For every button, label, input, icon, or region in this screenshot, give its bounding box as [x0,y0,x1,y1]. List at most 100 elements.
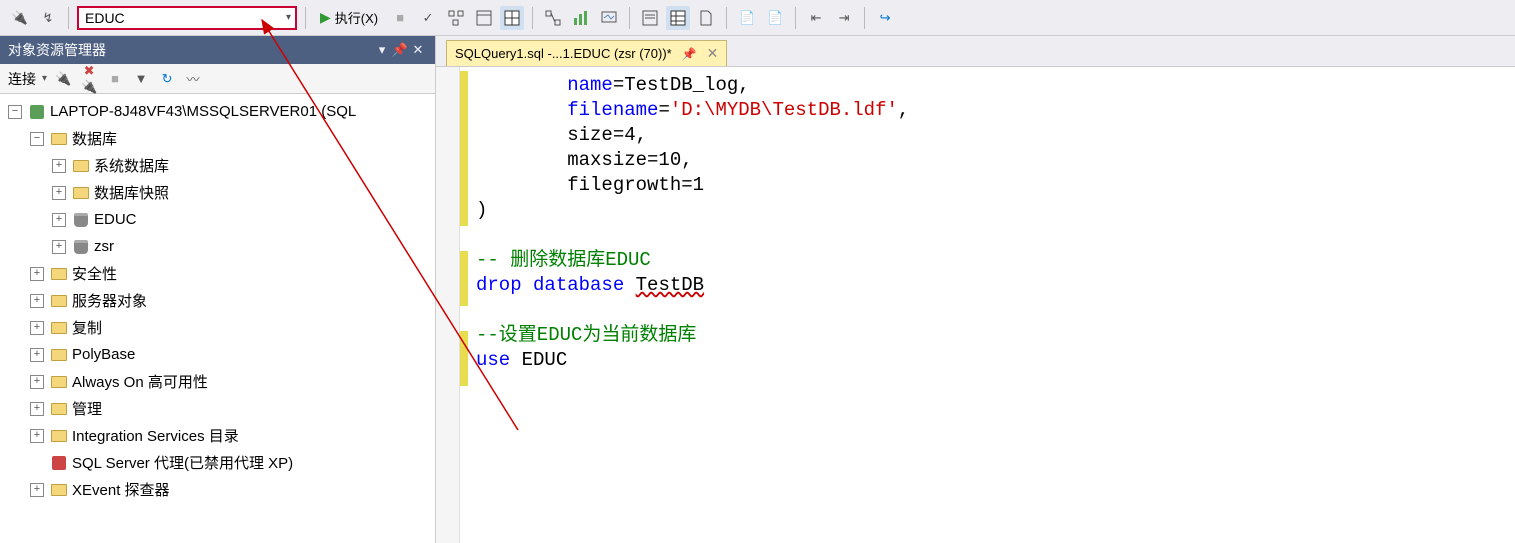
code-token: use [476,349,510,371]
stats-icon[interactable] [569,6,593,30]
database-icon [74,240,88,254]
disconnect-icon[interactable]: ✖🔌 [79,63,99,95]
folder-icon [51,268,67,280]
code-token: maxsize=10, [567,149,692,171]
agent-node[interactable]: SQL Server 代理(已禁用代理 XP) [0,449,435,476]
connect-icon[interactable]: 🔌 [53,71,73,87]
sqlcmd-icon[interactable]: ↪ [873,6,897,30]
expand-icon[interactable]: + [30,294,44,308]
db-snapshot-node[interactable]: + 数据库快照 [0,179,435,206]
server-objects-node[interactable]: + 服务器对象 [0,287,435,314]
expand-icon[interactable]: + [30,348,44,362]
pin-icon[interactable]: 📌 [682,47,697,61]
expand-icon[interactable]: + [30,267,44,281]
xevent-node[interactable]: + XEvent 探查器 [0,476,435,503]
node-label: 数据库快照 [94,182,169,203]
folder-icon [51,133,67,145]
code-token: size=4, [567,124,647,146]
db-zsr-node[interactable]: + zsr [0,233,435,260]
code-token: drop [476,274,522,296]
actual-plan-icon[interactable] [541,6,565,30]
databases-node[interactable]: − 数据库 [0,125,435,152]
code-token: ) [476,199,487,221]
collapse-icon[interactable]: − [30,132,44,146]
folder-icon [51,484,67,496]
editor-tab[interactable]: SQLQuery1.sql -...1.EDUC (zsr (70))* 📌 ✕ [446,40,727,66]
filter-icon[interactable]: ▼ [131,71,151,86]
database-dropdown[interactable]: EDUC ▾ [77,6,297,30]
expand-icon[interactable]: + [52,159,66,173]
node-label: 服务器对象 [72,290,147,311]
check-icon[interactable]: ✓ [416,6,440,30]
expand-icon[interactable]: + [52,186,66,200]
node-label: EDUC [94,211,137,228]
separator [629,7,630,29]
folder-icon [51,430,67,442]
db-educ-node[interactable]: + EDUC [0,206,435,233]
code-comment: -- 删除数据库EDUC [476,249,651,271]
isc-node[interactable]: + Integration Services 目录 [0,422,435,449]
form-icon[interactable] [472,6,496,30]
replication-node[interactable]: + 复制 [0,314,435,341]
indent-icon[interactable]: ⇥ [832,6,856,30]
code-token: filegrowth=1 [567,174,704,196]
results-file-icon[interactable] [694,6,718,30]
play-icon: ▶ [320,9,331,26]
node-label: XEvent 探查器 [72,479,170,500]
server-node[interactable]: − LAPTOP-8J48VF43\MSSQLSERVER01 (SQL [0,98,435,125]
connect-toolbar: 连接 ▾ 🔌 ✖🔌 ■ ▼ ↻ 〰 [0,64,435,94]
alwayson-node[interactable]: + Always On 高可用性 [0,368,435,395]
live-stats-icon[interactable] [597,6,621,30]
close-icon[interactable]: ✕ [707,45,719,62]
server-node-label: LAPTOP-8J48VF43\MSSQLSERVER01 (SQL [50,103,356,120]
window-position-icon[interactable]: ▾ [373,42,391,58]
object-tree: − LAPTOP-8J48VF43\MSSQLSERVER01 (SQL − 数… [0,94,435,543]
comment-icon[interactable]: 📄 [735,6,759,30]
server-icon [30,105,44,119]
stop-icon[interactable]: ■ [388,6,412,30]
folder-icon [51,376,67,388]
folder-icon [51,349,67,361]
results-text-icon[interactable] [638,6,662,30]
security-node[interactable]: + 安全性 [0,260,435,287]
code-comment: --设置EDUC为当前数据库 [476,324,696,346]
separator [305,7,306,29]
activity-icon[interactable]: 〰 [183,69,203,88]
panel-title: 对象资源管理器 [8,40,106,60]
node-label: 复制 [72,317,102,338]
plug-icon[interactable]: 🔌 [8,6,32,30]
stop-icon[interactable]: ■ [105,71,125,86]
execute-button[interactable]: ▶ 执行(X) [314,6,384,30]
expand-icon[interactable]: + [30,321,44,335]
close-icon[interactable]: ✕ [409,42,427,58]
agent-icon [52,456,66,470]
system-db-node[interactable]: + 系统数据库 [0,152,435,179]
results-grid-icon[interactable] [666,6,690,30]
code-token: filename [567,99,658,121]
outdent-icon[interactable]: ⇤ [804,6,828,30]
grid-icon[interactable] [500,6,524,30]
expand-icon[interactable]: + [30,375,44,389]
code-token: name [567,74,613,96]
sync-icon[interactable]: ↯ [36,6,60,30]
collapse-icon[interactable]: − [8,105,22,119]
expand-icon[interactable]: + [52,240,66,254]
expand-icon[interactable]: + [30,483,44,497]
main-toolbar: 🔌 ↯ EDUC ▾ ▶ 执行(X) ■ ✓ 📄 📄 ⇤ ⇥ [0,0,1515,36]
folder-icon [51,403,67,415]
expand-icon[interactable]: + [52,213,66,227]
database-icon [74,213,88,227]
refresh-icon[interactable]: ↻ [157,71,177,87]
separator [864,7,865,29]
node-label: 管理 [72,398,102,419]
expand-icon[interactable]: + [30,402,44,416]
polybase-node[interactable]: + PolyBase [0,341,435,368]
pin-icon[interactable]: 📌 [391,42,409,58]
management-node[interactable]: + 管理 [0,395,435,422]
expand-icon[interactable]: + [30,429,44,443]
code-editor[interactable]: name=TestDB_log, filename='D:\MYDB\TestD… [436,66,1515,543]
uncomment-icon[interactable]: 📄 [763,6,787,30]
connect-label[interactable]: 连接 [8,69,36,89]
plan-icon[interactable] [444,6,468,30]
code-content[interactable]: name=TestDB_log, filename='D:\MYDB\TestD… [468,67,1515,543]
